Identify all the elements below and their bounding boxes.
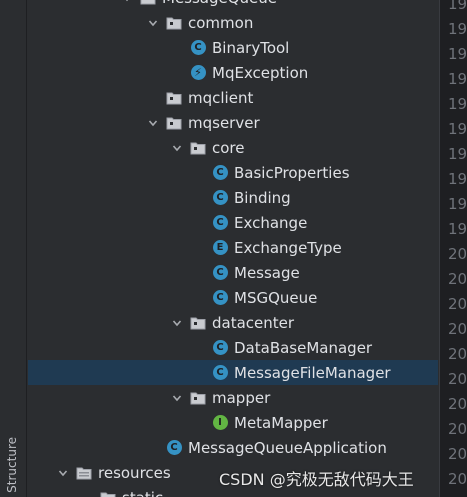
tree-item-common[interactable]: common (28, 10, 438, 35)
tree-item-messagefilemanager[interactable]: C MessageFileManager (28, 360, 438, 385)
line-number: 19 (448, 120, 467, 138)
tree-item-label: BinaryTool (212, 38, 290, 57)
package-folder-icon (190, 140, 206, 156)
tree-item-label: core (212, 138, 245, 157)
line-number: 19 (448, 70, 467, 88)
tree-item-mqexception[interactable]: ⚡ MqException (28, 60, 438, 85)
chevron-right-icon[interactable] (146, 91, 160, 105)
tree-item-label: Message (234, 263, 300, 282)
watermark: CSDN @究极无敌代码大王 (219, 470, 414, 489)
resources-folder-icon (76, 465, 92, 481)
tree-item-label: DataBaseManager (234, 338, 373, 357)
package-folder-icon (166, 90, 182, 106)
tree-item-label: Binding (234, 188, 291, 207)
tree-item-metamapper[interactable]: I MetaMapper (28, 410, 438, 435)
line-number: 20 (448, 445, 467, 463)
tree-item-mapper[interactable]: mapper (28, 385, 438, 410)
class-icon: C (212, 265, 228, 281)
chevron-down-icon[interactable] (170, 316, 184, 330)
tree-item-label: Exchange (234, 213, 308, 232)
line-number: 19 (448, 20, 467, 38)
tree-item-label: MessageFileManager (234, 363, 391, 382)
tree-item-binding[interactable]: C Binding (28, 185, 438, 210)
package-folder-icon (140, 0, 156, 6)
class-icon: C (212, 365, 228, 381)
tree-item-label: static (122, 489, 163, 497)
chevron-right-icon[interactable] (80, 491, 94, 497)
line-number: 19 (448, 45, 467, 63)
line-number: 20 (448, 320, 467, 338)
chevron-down-icon[interactable] (170, 391, 184, 405)
tree-item-messagequeueapplication[interactable]: C MessageQueueApplication (28, 435, 438, 460)
tree-item-label: MSGQueue (234, 288, 318, 307)
package-folder-icon (100, 490, 116, 497)
class-icon: C (212, 190, 228, 206)
chevron-down-icon[interactable] (146, 116, 160, 130)
chevron-down-icon[interactable] (56, 466, 70, 480)
class-icon: C (212, 340, 228, 356)
package-folder-icon (190, 315, 206, 331)
line-number: 19 (448, 170, 467, 188)
tree-item-label: resources (98, 463, 171, 482)
tree-item-databasemanager[interactable]: C DataBaseManager (28, 335, 438, 360)
tree-item-mqserver[interactable]: mqserver (28, 110, 438, 135)
line-number: 20 (448, 270, 467, 288)
enum-icon: E (212, 240, 228, 256)
tree-item-label: datacenter (212, 313, 295, 332)
tree-item-label: BasicProperties (234, 163, 350, 182)
line-number: 20 (448, 395, 467, 413)
editor-gutter: 19 19 19 19 19 19 19 19 19 19 20 20 20 20 20 20 20 20 20 20… (439, 0, 467, 497)
ide-window: Structure MessageQueue common C BinaryTool ⚡… (0, 0, 467, 497)
line-number: 19 (448, 95, 467, 113)
tree-item-label: MessageQueue (162, 0, 277, 7)
structure-tool-tab[interactable]: Structure (2, 430, 24, 497)
tree-item-core[interactable]: core (28, 135, 438, 160)
line-number: 20 (448, 245, 467, 263)
structure-tab-label: Structure (5, 437, 19, 493)
tree-item-label: MessageQueueApplication (188, 438, 387, 457)
tree-item-datacenter[interactable]: datacenter (28, 310, 438, 335)
tree-item-basicproperties[interactable]: C BasicProperties (28, 160, 438, 185)
class-icon: C (212, 290, 228, 306)
tree-item-label: MqException (212, 63, 309, 82)
line-number: 20 (448, 295, 467, 313)
project-tree: MessageQueue common C BinaryTool ⚡ MqExceptio… (28, 0, 438, 497)
left-tool-strip: Structure (0, 0, 27, 497)
tree-item-message[interactable]: C Message (28, 260, 438, 285)
tree-item-messagequeue[interactable]: MessageQueue (28, 0, 438, 10)
line-number: 19 (448, 0, 467, 13)
class-icon: C (212, 165, 228, 181)
interface-icon: I (212, 415, 228, 431)
class-icon: C (190, 40, 206, 56)
class-icon: C (212, 215, 228, 231)
tree-item-exchangetype[interactable]: E ExchangeType (28, 235, 438, 260)
package-folder-icon (166, 115, 182, 131)
line-number: 19 (448, 220, 467, 238)
chevron-down-icon[interactable] (170, 141, 184, 155)
tree-item-label: mapper (212, 388, 271, 407)
tree-item-binarytool[interactable]: C BinaryTool (28, 35, 438, 60)
chevron-down-icon[interactable] (146, 16, 160, 30)
chevron-down-icon[interactable] (120, 0, 134, 5)
line-number: 20 (448, 420, 467, 438)
tree-item-label: mqclient (188, 88, 254, 107)
tree-item-msgqueue[interactable]: C MSGQueue (28, 285, 438, 310)
line-number: 20 (448, 470, 467, 488)
package-folder-icon (166, 15, 182, 31)
package-folder-icon (190, 390, 206, 406)
line-number: 20 (448, 345, 467, 363)
tree-item-label: common (188, 13, 254, 32)
tree-item-label: MetaMapper (234, 413, 328, 432)
exception-class-icon: ⚡ (190, 65, 206, 81)
line-number: 19 (448, 195, 467, 213)
tree-item-label: ExchangeType (234, 238, 342, 257)
line-number: 19 (448, 145, 467, 163)
tree-item-mqclient[interactable]: mqclient (28, 85, 438, 110)
line-number: 20 (448, 370, 467, 388)
tree-item-exchange[interactable]: C Exchange (28, 210, 438, 235)
spring-app-class-icon: C (166, 440, 182, 456)
tree-item-label: mqserver (188, 113, 260, 132)
